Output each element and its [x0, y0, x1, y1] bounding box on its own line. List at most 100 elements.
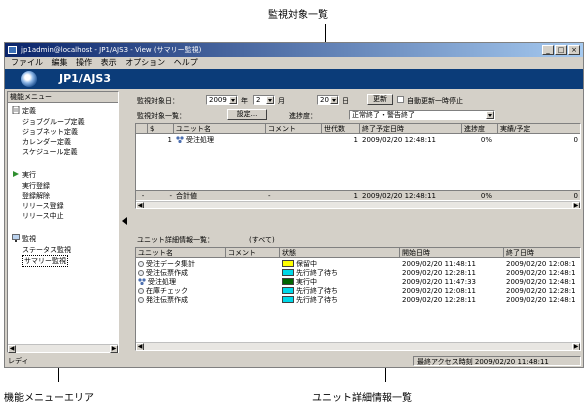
- row-number: 1: [167, 136, 172, 144]
- unit-detail-table: ユニット名 コメント 状態 開始日時 終了日時 受注データ集計 保留中 2009…: [135, 247, 581, 351]
- collapse-arrow-icon[interactable]: [122, 217, 127, 225]
- menu-item-release-cancel[interactable]: リリース中止: [22, 211, 64, 221]
- menu-group-execute-label: 実行: [22, 171, 36, 179]
- status-ready: レディ: [8, 357, 29, 365]
- detail-unit-name-text: 受注処理: [148, 278, 176, 286]
- scroll-right-icon[interactable]: ▶: [110, 345, 118, 353]
- menu-item-status-monitor[interactable]: ステータス監視: [22, 245, 71, 255]
- col-detail-state[interactable]: 状態: [280, 248, 400, 258]
- menu-item-release-register[interactable]: リリース登録: [22, 201, 64, 211]
- detail-state-text: 先行終了待ち: [296, 269, 338, 277]
- menu-item-calendar-define[interactable]: カレンダー定義: [22, 137, 71, 147]
- chevron-down-icon: [486, 111, 494, 119]
- detail-start: 2009/02/20 12:28:11: [402, 296, 477, 304]
- menu-group-monitor[interactable]: 監視: [12, 234, 36, 244]
- col-generations[interactable]: 世代数: [322, 124, 360, 134]
- job-icon: [138, 288, 144, 294]
- refresh-button[interactable]: 更新: [367, 94, 393, 105]
- pane-splitter[interactable]: [120, 91, 130, 353]
- month-value: 2: [256, 96, 261, 104]
- col-detail-comment[interactable]: コメント: [226, 248, 280, 258]
- monitor-icon: [12, 234, 20, 242]
- job-icon: [138, 261, 144, 267]
- window-title: jp1admin@localhost - JP1/AJS3 - View (サマ…: [21, 46, 202, 54]
- col-actual-plan[interactable]: 実績/予定: [498, 124, 580, 134]
- col-progress[interactable]: 進捗度: [462, 124, 498, 134]
- state-color-swatch: [282, 296, 294, 303]
- col-detail-unit-name[interactable]: ユニット名: [136, 248, 226, 258]
- scroll-right-icon[interactable]: ▶: [572, 202, 580, 208]
- scroll-right-icon[interactable]: ▶: [572, 343, 580, 350]
- menu-item-register[interactable]: 実行登録: [22, 181, 50, 191]
- col-blank[interactable]: [136, 124, 148, 134]
- menu-item-schedule-define[interactable]: スケジュール定義: [22, 147, 78, 157]
- app-window: jp1admin@localhost - JP1/AJS3 - View (サマ…: [4, 42, 584, 368]
- menu-operation[interactable]: 操作: [76, 58, 92, 67]
- list-item[interactable]: 発注伝票作成 先行終了待ち 2009/02/20 12:28:11 2009/0…: [136, 295, 580, 305]
- callout-target-list: 監視対象一覧: [268, 10, 328, 21]
- detail-table-header: ユニット名 コメント 状態 開始日時 終了日時: [136, 248, 580, 258]
- row-unit-name-text: 受注処理: [186, 136, 214, 144]
- menu-file[interactable]: ファイル: [11, 58, 43, 67]
- status-bar: レディ 最終アクセス時刻 2009/02/20 11:48:11: [5, 355, 583, 367]
- target-list-label: 監視対象一覧：: [137, 112, 186, 120]
- total-dash-1: -: [141, 192, 145, 200]
- menu-item-summary-monitor[interactable]: サマリー監視: [22, 255, 68, 267]
- col-end-scheduled[interactable]: 終了予定日時: [360, 124, 462, 134]
- target-table-scrollbar[interactable]: ◀ ▶: [136, 201, 580, 208]
- jobnet-icon: [176, 136, 184, 144]
- col-unit-name[interactable]: ユニット名: [174, 124, 266, 134]
- maximize-button[interactable]: □: [555, 45, 567, 55]
- detail-state: 先行終了待ち: [280, 295, 400, 305]
- total-dash-2: -: [169, 192, 172, 200]
- auto-refresh-checkbox[interactable]: [397, 96, 404, 103]
- month-select[interactable]: 2: [253, 95, 275, 105]
- job-icon: [138, 270, 144, 276]
- detail-state-text: 先行終了待ち: [296, 287, 338, 295]
- col-detail-start[interactable]: 開始日時: [400, 248, 504, 258]
- detail-unit-name-text: 発注伝票作成: [146, 296, 188, 304]
- menu-help[interactable]: ヘルプ: [174, 58, 198, 67]
- brand-logo-icon: [21, 71, 37, 87]
- menu-group-define[interactable]: 定義: [12, 105, 36, 116]
- total-label: 合計値: [176, 192, 197, 200]
- brand-text: JP1/AJS3: [59, 72, 112, 85]
- col-sort[interactable]: $: [148, 124, 174, 134]
- scroll-left-icon[interactable]: ◀: [136, 202, 144, 208]
- total-progress: 0%: [480, 192, 492, 200]
- row-generations: 1: [353, 136, 358, 144]
- scroll-left-icon[interactable]: ◀: [136, 343, 144, 350]
- function-menu-scrollbar[interactable]: ◀ ▶: [8, 344, 118, 353]
- brand-banner: JP1/AJS3: [5, 69, 583, 89]
- menu-item-jobnet-define[interactable]: ジョブネット定義: [22, 127, 78, 137]
- menu-group-monitor-label: 監視: [22, 235, 36, 243]
- col-detail-end[interactable]: 終了日時: [504, 248, 580, 258]
- menu-item-unregister[interactable]: 登録解除: [22, 191, 50, 201]
- function-menu-header: 機能メニュー: [8, 92, 118, 103]
- main-pane: 監視対象日： 2009 年 2 月 20 日 更新 自動更新一時停止 監視対象一…: [131, 91, 583, 353]
- menu-bar: ファイル 編集 操作 表示 オプション ヘルプ: [5, 57, 583, 69]
- execute-icon: [12, 170, 20, 178]
- monitor-date-label: 監視対象日：: [137, 97, 179, 105]
- menu-group-execute[interactable]: 実行: [12, 170, 36, 180]
- target-list-table: $ ユニット名 コメント 世代数 終了予定日時 進捗度 実績/予定 1 受注処理…: [135, 123, 581, 209]
- menu-options[interactable]: オプション: [125, 58, 165, 67]
- minimize-button[interactable]: _: [542, 45, 554, 55]
- detail-table-scrollbar[interactable]: ◀ ▶: [136, 342, 580, 350]
- state-color-swatch: [282, 269, 294, 276]
- menu-item-jobgroup-define[interactable]: ジョブグループ定義: [22, 117, 85, 127]
- table-row[interactable]: 1 受注処理 1 2009/02/20 12:48:11 0% 0: [136, 135, 580, 145]
- title-bar[interactable]: jp1admin@localhost - JP1/AJS3 - View (サマ…: [5, 43, 583, 57]
- year-select[interactable]: 2009: [206, 95, 238, 105]
- settings-button[interactable]: 設定...: [227, 109, 267, 120]
- month-unit: 月: [278, 97, 285, 105]
- scroll-left-icon[interactable]: ◀: [8, 345, 16, 353]
- progress-filter-select[interactable]: 正常終了・警告終了: [349, 110, 495, 120]
- day-select[interactable]: 20: [317, 95, 339, 105]
- chevron-down-icon: [330, 96, 338, 104]
- menu-view[interactable]: 表示: [101, 58, 117, 67]
- menu-edit[interactable]: 編集: [52, 58, 68, 67]
- col-comment[interactable]: コメント: [266, 124, 322, 134]
- row-actual: 0: [573, 136, 578, 144]
- close-button[interactable]: ×: [568, 45, 580, 55]
